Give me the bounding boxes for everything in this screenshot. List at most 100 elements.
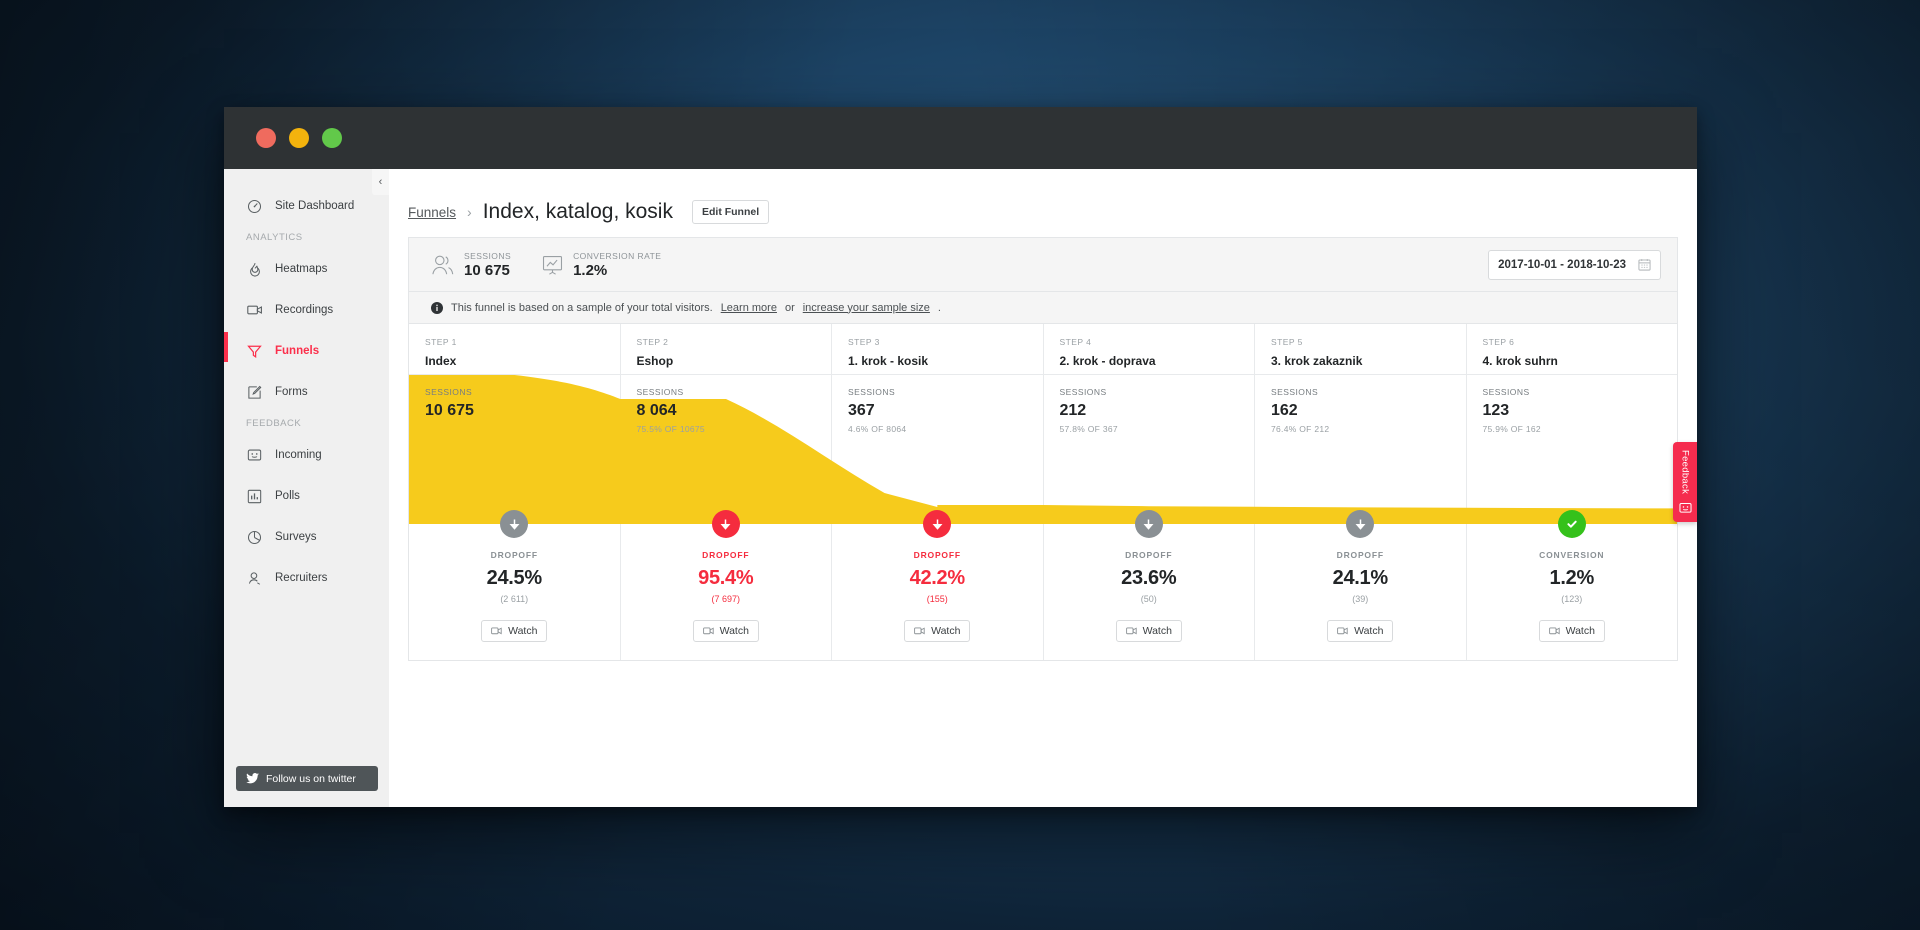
sidebar-item-label: Funnels	[275, 345, 320, 357]
sidebar-item-recruiters[interactable]: Recruiters	[224, 563, 389, 593]
video-camera-icon	[1337, 627, 1348, 635]
video-camera-icon	[914, 627, 925, 635]
main-content: Funnels › Index, katalog, kosik Edit Fun…	[389, 169, 1697, 807]
sidebar-section-analytics: ANALYTICS	[246, 232, 303, 243]
stat-sessions-label: SESSIONS	[464, 250, 512, 261]
increase-sample-size-link[interactable]: increase your sample size	[803, 302, 930, 314]
funnel-step-head: STEP 2 Eshop	[620, 324, 831, 375]
watch-button[interactable]: Watch	[481, 620, 548, 642]
funnel-sessions-cell: SESSIONS 123 75.9% OF 162	[1467, 375, 1678, 524]
stat-sessions-value: 10 675	[464, 261, 510, 279]
sidebar-item-incoming[interactable]: Incoming	[224, 440, 389, 470]
sidebar-item-label: Incoming	[275, 449, 322, 461]
funnel-metric-value: 23.6%	[1121, 567, 1177, 589]
smiley-box-icon	[246, 447, 263, 464]
breadcrumb-link-funnels[interactable]: Funnels	[408, 205, 456, 220]
sidebar-item-label: Site Dashboard	[275, 200, 355, 212]
funnel-metric-count: (39)	[1352, 594, 1369, 604]
sidebar-item-forms[interactable]: Forms	[224, 377, 389, 407]
watch-button[interactable]: Watch	[904, 620, 971, 642]
funnel-sessions-sub: 75.9% OF 162	[1482, 424, 1541, 434]
bar-chart-icon	[246, 488, 263, 505]
arrow-down-icon	[711, 510, 740, 538]
follow-twitter-button[interactable]: Follow us on twitter	[236, 766, 378, 791]
learn-more-link[interactable]: Learn more	[721, 302, 777, 314]
funnel-metric-count: (123)	[1561, 594, 1583, 604]
sidebar-item-recordings[interactable]: Recordings	[224, 295, 389, 325]
funnel-step-head: STEP 1 Index	[409, 324, 620, 375]
funnel-metric-label: DROPOFF	[913, 550, 961, 560]
funnel-sessions-value: 367	[848, 402, 875, 419]
funnel-metric-label: DROPOFF	[1336, 550, 1384, 560]
sidebar-item-heatmaps[interactable]: Heatmaps	[224, 254, 389, 284]
watch-button[interactable]: Watch	[1538, 620, 1605, 642]
funnel-column: STEP 2 Eshop SESSIONS 8 064 75.5% OF 106…	[620, 324, 832, 660]
funnel-sessions-value: 8 064	[636, 402, 677, 419]
funnel-metric-value: 1.2%	[1549, 567, 1595, 589]
funnel-step-number: STEP 1	[425, 337, 457, 347]
funnel-sessions-value: 212	[1059, 402, 1087, 419]
sidebar-item-funnels[interactable]: Funnels	[224, 332, 389, 366]
dashboard-gauge-icon	[246, 198, 263, 215]
edit-funnel-button[interactable]: Edit Funnel	[691, 200, 770, 224]
watch-button[interactable]: Watch	[1115, 620, 1182, 642]
funnel-step-name: Index	[425, 354, 457, 368]
close-button[interactable]	[256, 128, 276, 148]
funnel-sessions-cell: SESSIONS 8 064 75.5% OF 10675	[621, 375, 832, 524]
sidebar-item-label: Recordings	[275, 304, 334, 316]
funnel-step-head: STEP 5 3. krok zakaznik	[1255, 324, 1466, 375]
funnel-step-number: STEP 5	[1271, 337, 1303, 347]
funnel-sessions-cell: SESSIONS 10 675	[409, 375, 620, 524]
funnel-sessions-label: SESSIONS	[636, 387, 684, 397]
sidebar-item-label: Polls	[275, 490, 300, 502]
funnel-dropoff-cell: DROPOFF 24.5% (2 611) Watch	[409, 510, 620, 660]
feedback-tab-label: Feedback	[1679, 450, 1691, 495]
date-range-picker[interactable]: 2017-10-01 - 2018-10-23	[1488, 249, 1661, 280]
funnel-metric-label: DROPOFF	[702, 550, 750, 560]
minimize-button[interactable]	[289, 128, 309, 148]
funnel-metric-value: 95.4%	[698, 567, 754, 589]
funnel-step-head: STEP 4 2. krok - doprava	[1043, 324, 1254, 375]
sidebar-item-surveys[interactable]: Surveys	[224, 522, 389, 552]
funnel-metric-label: DROPOFF	[1125, 550, 1173, 560]
sidebar-nav: Site Dashboard ANALYTICS Heatmaps Record…	[224, 169, 389, 604]
watch-label: Watch	[508, 625, 538, 637]
browser-window: ‹ Site Dashboard ANALYTICS Heatmaps Reco…	[224, 107, 1697, 807]
funnel-step-number: STEP 3	[848, 337, 880, 347]
funnel-sessions-sub: 75.5% OF 10675	[636, 424, 705, 434]
sidebar-item-polls[interactable]: Polls	[224, 481, 389, 511]
funnel-sessions-sub: 4.6% OF 8064	[848, 424, 907, 434]
funnel-column: STEP 3 1. krok - kosik SESSIONS 367 4.6%…	[832, 324, 1044, 660]
funnel-dropoff-cell: DROPOFF 24.1% (39) Watch	[1255, 510, 1466, 660]
funnel-conversion-cell: CONVERSION 1.2% (123) Watch	[1467, 510, 1678, 660]
funnel-metric-count: (7 697)	[711, 594, 741, 604]
sample-notice: This funnel is based on a sample of your…	[409, 292, 1677, 324]
funnel-metric-value: 42.2%	[909, 567, 966, 589]
watch-button[interactable]: Watch	[692, 620, 759, 642]
funnel-step-name: 2. krok - doprava	[1059, 354, 1156, 368]
video-camera-icon	[491, 627, 502, 635]
funnel-step-head: STEP 6 4. krok suhrn	[1466, 324, 1677, 375]
watch-label: Watch	[1565, 625, 1595, 637]
funnel-metric-count: (2 611)	[500, 594, 529, 604]
watch-label: Watch	[1142, 625, 1172, 637]
arrow-down-icon	[1134, 510, 1163, 538]
pie-chart-icon	[246, 529, 263, 546]
funnel-column: STEP 6 4. krok suhrn SESSIONS 123 75.9% …	[1466, 324, 1678, 660]
watch-button[interactable]: Watch	[1327, 620, 1394, 642]
maximize-button[interactable]	[322, 128, 342, 148]
video-camera-icon	[1548, 627, 1560, 635]
funnel-step-number: STEP 6	[1482, 337, 1515, 347]
twitter-bird-icon	[246, 773, 259, 784]
sidebar: ‹ Site Dashboard ANALYTICS Heatmaps Reco…	[224, 169, 389, 807]
arrow-down-icon	[1346, 510, 1375, 538]
sidebar-item-site-dashboard[interactable]: Site Dashboard	[224, 191, 389, 221]
check-icon	[1557, 510, 1586, 538]
funnel-sessions-value: 162	[1271, 402, 1298, 419]
feedback-tab[interactable]: Feedback	[1673, 442, 1697, 522]
video-camera-icon	[1125, 627, 1137, 635]
window-body: ‹ Site Dashboard ANALYTICS Heatmaps Reco…	[224, 169, 1697, 807]
funnel-sessions-label: SESSIONS	[1482, 387, 1530, 397]
watch-label: Watch	[1354, 625, 1384, 637]
funnel-icon	[246, 343, 263, 360]
